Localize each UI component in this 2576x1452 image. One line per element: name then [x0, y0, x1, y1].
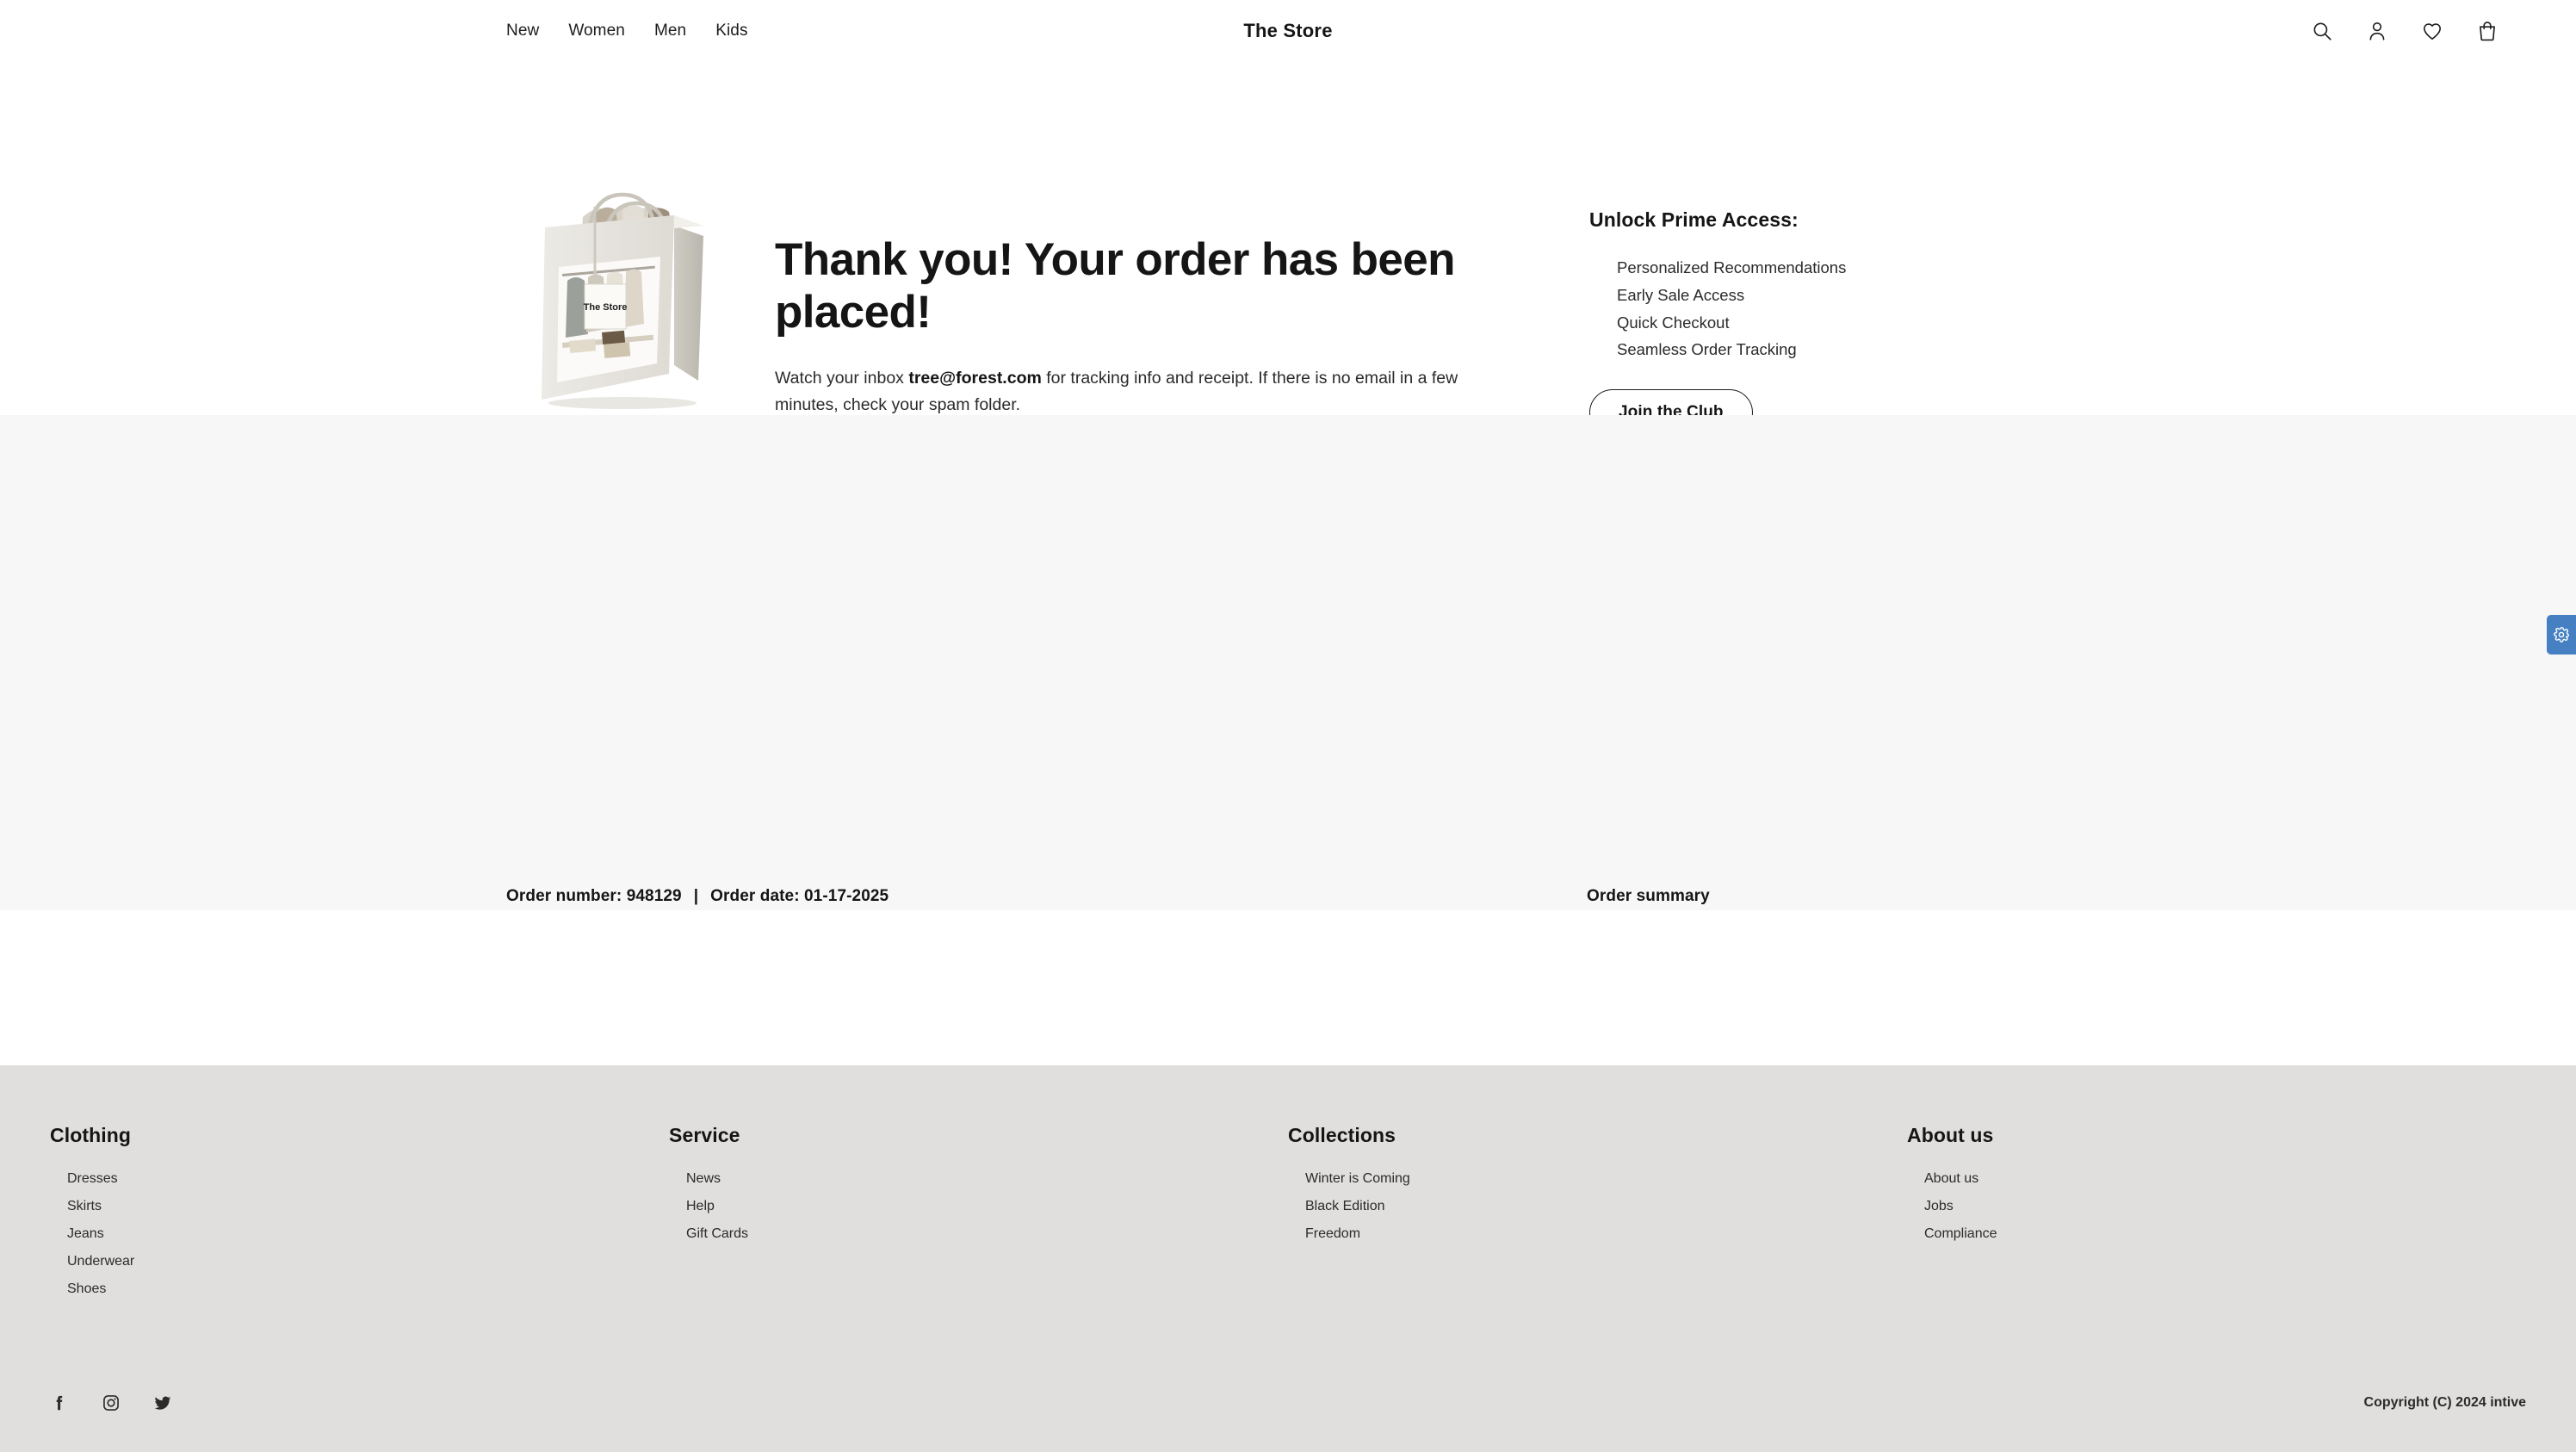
prime-benefit-item: Quick Checkout	[1617, 313, 1730, 332]
footer-column-title: Service	[669, 1124, 740, 1146]
footer-column-title: About us	[1907, 1124, 1994, 1146]
wishlist-heart-icon[interactable]	[2421, 20, 2443, 42]
prime-benefit-item: Early Sale Access	[1617, 285, 1745, 304]
order-details-section: Order number: 948129 | Order date: 01-17-2…	[0, 415, 2576, 1316]
support-section: ? Do you need support? If you need suppo…	[0, 910, 2576, 1065]
page-title: Thank you! Your order has been placed!	[775, 234, 1456, 338]
search-icon[interactable]	[2311, 20, 2333, 42]
footer-column-title: Collections	[1288, 1124, 1396, 1146]
footer-link[interactable]: Compliance	[1924, 1227, 2526, 1241]
gear-icon	[2553, 626, 2570, 643]
confirmation-email: tree@forest.com	[908, 368, 1042, 388]
footer-link[interactable]: Winter is Coming	[1305, 1172, 1907, 1186]
footer-link[interactable]: Help	[686, 1200, 1288, 1213]
footer-link[interactable]: Freedom	[1305, 1227, 1907, 1241]
social-links	[50, 1393, 172, 1412]
bag-tag-label: The Store	[584, 302, 628, 313]
prime-benefit-item: Seamless Order Tracking	[1617, 340, 1797, 359]
order-meta: Order number: 948129 | Order date: 01-17-2…	[506, 887, 1539, 906]
hero-subtitle: Watch your inbox tree@forest.com for tra…	[775, 365, 1502, 419]
footer-column-about-us: About us About us Jobs Compliance	[1907, 1124, 2526, 1296]
order-number: Order number: 948129	[506, 887, 682, 905]
prime-access-panel: Unlock Prime Access: Personalized Recomm…	[1589, 208, 2071, 437]
hero-section: The Store Thank you! Your order has been…	[0, 62, 2576, 437]
facebook-icon[interactable]	[50, 1393, 69, 1412]
nav-item-new[interactable]: New	[506, 22, 539, 40]
footer-link[interactable]: About us	[1924, 1172, 2526, 1186]
copyright-text: Copyright (C) 2024 intive	[2363, 1395, 2526, 1410]
site-header: New Women Men Kids The Store	[0, 0, 2576, 62]
footer-link[interactable]: Shoes	[67, 1282, 669, 1296]
site-footer: Clothing Dresses Skirts Jeans Underwear …	[0, 1065, 2576, 1452]
footer-link[interactable]: Skirts	[67, 1200, 669, 1213]
shopping-bag-illustration: The Store	[521, 172, 732, 409]
prime-benefit-item: Personalized Recommendations	[1617, 258, 1847, 276]
footer-column-service: Service News Help Gift Cards	[669, 1124, 1288, 1296]
footer-link[interactable]: News	[686, 1172, 1288, 1186]
brand-logo[interactable]: The Store	[1243, 20, 1332, 42]
nav-item-men[interactable]: Men	[654, 22, 686, 40]
nav-item-women[interactable]: Women	[568, 22, 625, 40]
footer-link[interactable]: Dresses	[67, 1172, 669, 1186]
hero-text-block: Thank you! Your order has been placed! W…	[775, 234, 1533, 419]
twitter-icon[interactable]	[153, 1393, 172, 1412]
footer-link[interactable]: Black Edition	[1305, 1200, 1907, 1213]
header-actions	[2311, 20, 2499, 42]
nav-item-kids[interactable]: Kids	[715, 22, 747, 40]
account-icon[interactable]	[2366, 20, 2388, 42]
footer-link[interactable]: Underwear	[67, 1255, 669, 1269]
footer-link[interactable]: Gift Cards	[686, 1227, 1288, 1241]
order-date: Order date: 01-17-2025	[710, 887, 889, 905]
hero-subtitle-before: Watch your inbox	[775, 368, 909, 388]
primary-navigation: New Women Men Kids	[506, 22, 748, 40]
footer-column-collections: Collections Winter is Coming Black Editi…	[1288, 1124, 1907, 1296]
footer-link[interactable]: Jobs	[1924, 1200, 2526, 1213]
prime-benefits-list: Personalized Recommendations Early Sale …	[1617, 254, 2071, 363]
order-summary-title: Order summary	[1587, 887, 1710, 905]
footer-column-clothing: Clothing Dresses Skirts Jeans Underwear …	[50, 1124, 669, 1296]
settings-tab-button[interactable]	[2547, 615, 2576, 655]
shopping-bag-icon[interactable]	[2476, 20, 2499, 42]
order-meta-separator: |	[693, 887, 699, 905]
instagram-icon[interactable]	[102, 1393, 121, 1412]
prime-access-title: Unlock Prime Access:	[1589, 208, 1799, 231]
footer-link[interactable]: Jeans	[67, 1227, 669, 1241]
footer-column-title: Clothing	[50, 1124, 132, 1146]
